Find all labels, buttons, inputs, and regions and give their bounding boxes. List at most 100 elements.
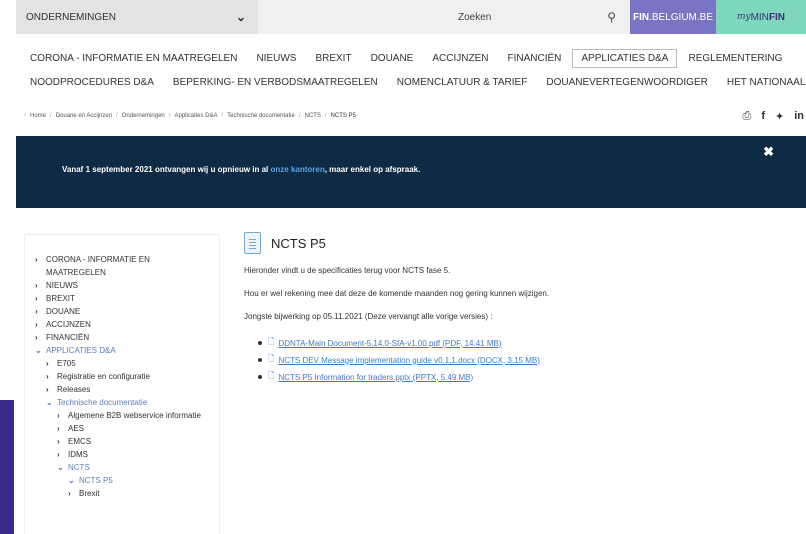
nav-item[interactable]: HET NATIONAAL FORUM xyxy=(727,77,806,88)
banner-message: Vanaf 1 september 2021 ontvangen wij u o… xyxy=(62,165,420,174)
nav-item[interactable]: FINANCIËN xyxy=(507,53,561,64)
print-icon[interactable]: ⎙ xyxy=(743,110,752,123)
file-list-item: 🗋 NCTS DEV Message implementation guide v… xyxy=(258,353,804,367)
sidebar-item[interactable]: › FINANCIËN xyxy=(35,331,211,344)
sidebar-item[interactable]: ⌄ APPLICATIES D&A xyxy=(35,344,211,357)
chevron-right-icon: › xyxy=(46,359,49,368)
document-icon xyxy=(244,232,261,254)
sidebar-item[interactable]: ⌄ NCTS xyxy=(35,461,211,474)
nav-item[interactable]: NIEUWS xyxy=(256,53,296,64)
file-icon: 🗋 xyxy=(268,337,275,346)
sidebar-item[interactable]: › Registratie en configuratie xyxy=(35,370,211,383)
sidebar-item[interactable]: › Algemene B2B webservice informatie xyxy=(35,409,211,422)
chevron-right-icon: › xyxy=(35,307,38,316)
breadcrumb-item: NCTS P5 xyxy=(330,113,356,119)
breadcrumb-item[interactable]: Douane en Accijnzen xyxy=(56,113,112,119)
close-icon[interactable]: ✖ xyxy=(763,144,774,160)
update-paragraph: Jongste bijwerking op 05.11.2021 (Deze v… xyxy=(244,312,493,321)
chevron-right-icon: › xyxy=(57,424,60,433)
chevron-down-icon: ⌄ xyxy=(235,10,246,24)
sidebar-item[interactable]: ⌄ Technische documentatie xyxy=(35,396,211,409)
breadcrumb-item[interactable]: Home xyxy=(30,113,46,119)
sidebar-item[interactable]: › E705 xyxy=(35,357,211,370)
sidebar-item-label: FINANCIËN xyxy=(46,333,90,342)
sidebar-item[interactable]: › ACCIJNZEN xyxy=(35,318,211,331)
banner-offices-link[interactable]: onze kantoren xyxy=(271,165,325,174)
fin-belgium-link[interactable]: FIN .BELGIUM.BE xyxy=(630,0,716,34)
sidebar-item-label: NCTS P5 xyxy=(79,476,113,485)
search-icon[interactable]: ⚲ xyxy=(607,10,616,24)
file-icon: 🗋 xyxy=(268,354,275,363)
sidebar-item[interactable]: › DOUANE xyxy=(35,305,211,318)
chevron-right-icon: › xyxy=(57,450,60,459)
breadcrumb-separator: / xyxy=(168,113,171,119)
breadcrumb-separator: / xyxy=(50,113,52,119)
decorative-strip xyxy=(0,400,14,534)
sidebar-item[interactable]: › Brexit xyxy=(35,487,211,500)
chevron-down-icon: ⌄ xyxy=(57,463,64,472)
myminfin-link[interactable]: my MIN FIN xyxy=(716,0,806,34)
top-bar: ONDERNEMINGEN ⌄ Zoeken ⚲ FIN .BELGIUM.BE … xyxy=(16,0,806,34)
nav-item[interactable]: CORONA - INFORMATIE EN MAATREGELEN xyxy=(30,53,237,64)
myfin-prefix: my xyxy=(736,12,751,22)
search-input[interactable]: Zoeken ⚲ xyxy=(258,0,630,34)
bullet-icon xyxy=(258,375,262,379)
chevron-right-icon: › xyxy=(35,281,38,290)
sidebar-item-label: E705 xyxy=(57,359,76,368)
breadcrumb-item[interactable]: NCTS xyxy=(305,113,321,119)
intro-paragraph: Hieronder vindt u de specificaties terug… xyxy=(244,266,451,275)
breadcrumb-chevron-icon: › xyxy=(24,113,26,119)
bullet-icon xyxy=(258,341,262,345)
nav-item[interactable]: NOMENCLATUUR & TARIEF xyxy=(397,77,528,88)
linkedin-icon[interactable]: in xyxy=(794,110,804,123)
main-nav-row-1: CORONA - INFORMATIE EN MAATREGELEN NIEUWS… xyxy=(30,46,806,70)
chevron-down-icon: ⌄ xyxy=(68,476,75,485)
sidebar-item[interactable]: › Releases xyxy=(35,383,211,396)
sidebar-item-label: APPLICATIES D&A xyxy=(46,346,116,355)
sidebar-item[interactable]: › NIEUWS xyxy=(35,279,211,292)
chevron-down-icon: ⌄ xyxy=(46,398,53,407)
file-list-item: 🗋 DDNTA-Main Document-5.14.0-SfA-v1.00.pd… xyxy=(258,336,804,350)
main-nav-row-2: NOODPROCEDURES D&A BEPERKING- EN VERBODSM… xyxy=(30,70,806,94)
file-download-link[interactable]: NCTS P5 Information for traders.pptx (PP… xyxy=(278,373,473,382)
sidebar-item[interactable]: › EMCS xyxy=(35,435,211,448)
file-download-link[interactable]: NCTS DEV Message implementation guide v0… xyxy=(278,356,539,365)
nav-item[interactable]: ACCIJNZEN xyxy=(432,53,488,64)
audience-select[interactable]: ONDERNEMINGEN ⌄ xyxy=(16,0,258,34)
nav-item[interactable]: REGLEMENTERING xyxy=(688,53,782,64)
chevron-right-icon: › xyxy=(57,437,60,446)
sidebar-item-label: AES xyxy=(68,424,85,433)
file-download-link[interactable]: DDNTA-Main Document-5.14.0-SfA-v1.00.pdf… xyxy=(278,339,501,348)
sidebar-item-label: Algemene B2B webservice informatie xyxy=(68,411,201,420)
announcement-banner: Vanaf 1 september 2021 ontvangen wij u o… xyxy=(16,136,806,208)
nav-item[interactable]: APPLICATIES D&A xyxy=(572,48,678,68)
breadcrumb-item[interactable]: Technische documentatie xyxy=(227,113,295,119)
chevron-right-icon: › xyxy=(68,489,71,498)
breadcrumb-item[interactable]: Ondernemingen xyxy=(122,113,165,119)
share-icons: ⎙ f ✦ in xyxy=(743,110,804,123)
myfin-mid: MIN xyxy=(750,11,769,23)
search-placeholder: Zoeken xyxy=(458,11,492,23)
fin-suffix: .BELGIUM.BE xyxy=(649,11,713,23)
sidebar-item[interactable]: › BREXIT xyxy=(35,292,211,305)
file-list: 🗋 DDNTA-Main Document-5.14.0-SfA-v1.00.pd… xyxy=(244,336,804,384)
facebook-icon[interactable]: f xyxy=(761,110,765,123)
chevron-down-icon: ⌄ xyxy=(35,346,42,355)
breadcrumb-separator: / xyxy=(298,113,301,119)
twitter-icon[interactable]: ✦ xyxy=(775,110,784,123)
sidebar-item[interactable]: › CORONA - INFORMATIE EN MAATREGELEN xyxy=(35,253,211,279)
breadcrumb-separator: / xyxy=(324,113,327,119)
sidebar-item[interactable]: › IDMS xyxy=(35,448,211,461)
audience-select-label: ONDERNEMINGEN xyxy=(26,11,117,23)
nav-item[interactable]: DOUANEVERTEGENWOORDIGER xyxy=(546,77,708,88)
nav-item[interactable]: NOODPROCEDURES D&A xyxy=(30,77,154,88)
breadcrumb-separator: / xyxy=(221,113,224,119)
sidebar-item[interactable]: ⌄ NCTS P5 xyxy=(35,474,211,487)
sidebar-item[interactable]: › AES xyxy=(35,422,211,435)
nav-item[interactable]: DOUANE xyxy=(371,53,414,64)
nav-item[interactable]: BEPERKING- EN VERBODSMAATREGELEN xyxy=(173,77,378,88)
breadcrumb-item[interactable]: Applicaties D&A xyxy=(174,113,217,119)
sidebar-item-label: ACCIJNZEN xyxy=(46,320,91,329)
nav-item[interactable]: BREXIT xyxy=(315,53,351,64)
sidebar-item-label: DOUANE xyxy=(46,307,81,316)
